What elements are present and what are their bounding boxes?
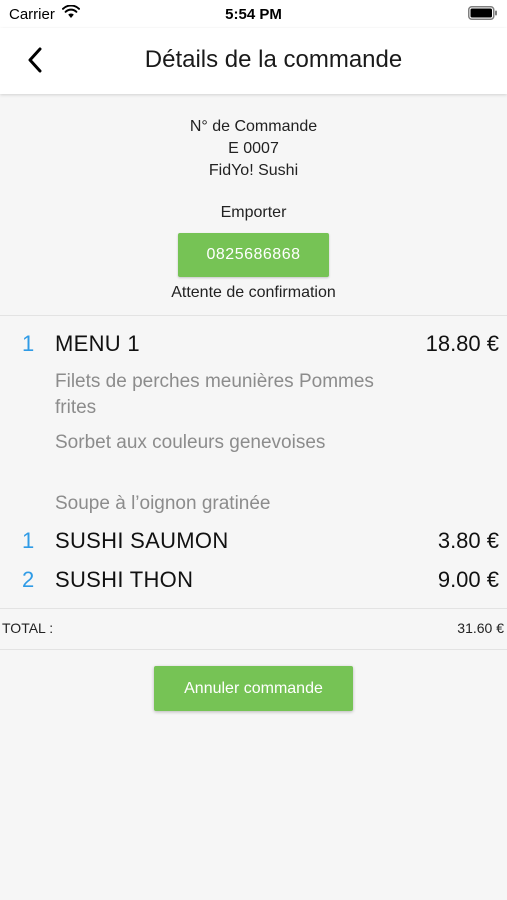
item-price: 9.00 € xyxy=(437,567,499,592)
navigation-bar: Détails de la commande xyxy=(0,28,507,94)
item-price: 18.80 € xyxy=(425,331,499,356)
back-button[interactable] xyxy=(18,43,52,77)
divider xyxy=(0,608,507,609)
item-quantity: 2 xyxy=(22,567,35,592)
battery-icon xyxy=(468,6,498,25)
order-item: 1 SUSHI SAUMON 3.80 € xyxy=(0,528,507,558)
restaurant-name: FidYo! Sushi xyxy=(208,162,299,179)
divider xyxy=(0,315,507,316)
item-quantity: 1 xyxy=(22,528,35,553)
phone-button[interactable]: 0825686868 xyxy=(178,233,329,277)
total-label: TOTAL : xyxy=(2,620,54,636)
item-quantity: 1 xyxy=(22,331,35,356)
menu-detail: Filets de perches meunières Pommes frite… xyxy=(55,371,374,418)
status-time: 5:54 PM xyxy=(225,6,282,23)
chevron-left-icon xyxy=(28,47,42,73)
item-price: 3.80 € xyxy=(437,528,499,553)
item-name: MENU 1 xyxy=(55,331,140,356)
order-number: E 0007 xyxy=(228,140,279,157)
menu-detail: Soupe à l’oignon gratinée xyxy=(55,493,271,514)
menu-detail: Sorbet aux couleurs genevoises xyxy=(55,432,326,453)
order-mode: Emporter xyxy=(220,204,287,221)
order-number-label: N° de Commande xyxy=(189,118,318,135)
order-status: Attente de confirmation xyxy=(171,284,336,301)
order-info: N° de Commande E 0007 FidYo! Sushi xyxy=(0,116,507,182)
item-name: SUSHI THON xyxy=(55,567,194,592)
order-item: 1 MENU 1 18.80 € xyxy=(0,331,507,361)
page-title: Détails de la commande xyxy=(144,46,403,73)
order-item: 2 SUSHI THON 9.00 € xyxy=(0,567,507,597)
total-value: 31.60 € xyxy=(457,620,504,636)
cancel-order-button[interactable]: Annuler commande xyxy=(154,666,353,711)
divider xyxy=(0,649,507,650)
item-name: SUSHI SAUMON xyxy=(55,528,229,553)
status-bar: Carrier 5:54 PM xyxy=(0,0,507,28)
